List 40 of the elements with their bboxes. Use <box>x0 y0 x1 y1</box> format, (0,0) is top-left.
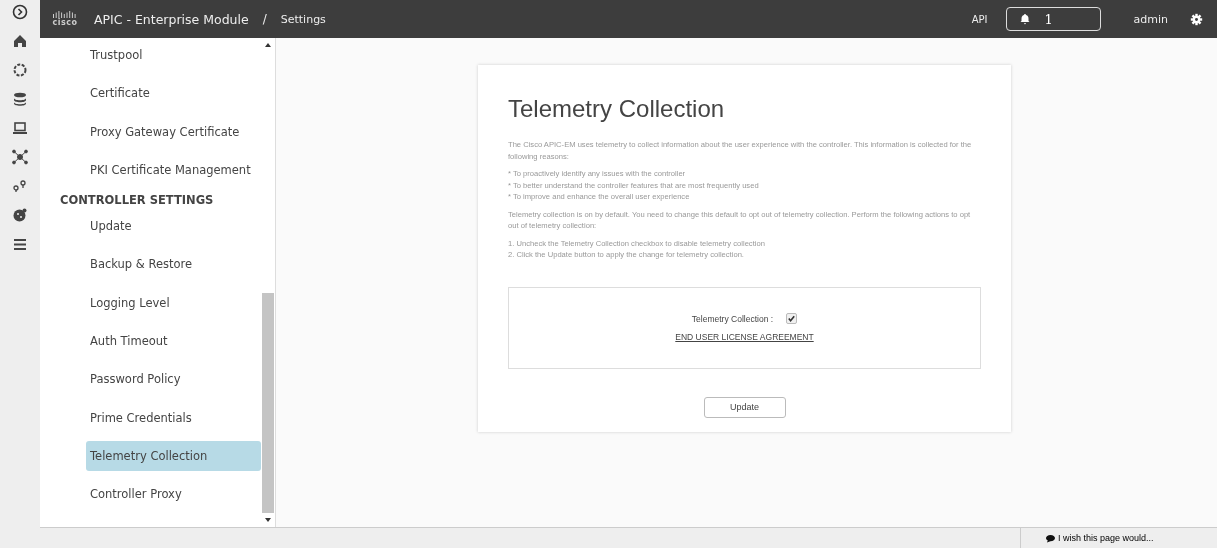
sidebar-item[interactable]: Proxy Gateway Certificate <box>86 116 261 147</box>
notifications-button[interactable]: 1 <box>1005 7 1101 31</box>
sidebar-item[interactable]: Prime Credentials <box>86 402 261 433</box>
telemetry-checkbox[interactable] <box>786 313 798 324</box>
ring-icon[interactable] <box>12 62 28 78</box>
sidebar-item[interactable]: Update <box>86 211 261 242</box>
map-pins-icon[interactable] <box>12 178 28 194</box>
section-heading: CONTROLLER SETTINGS <box>60 193 215 210</box>
sidebar-item[interactable]: Logging Level <box>86 287 261 318</box>
sidebar-item[interactable]: Backup & Restore <box>86 249 261 280</box>
sidebar-item[interactable]: Certificate <box>86 78 261 109</box>
card-title: Telemetry Collection <box>508 95 726 123</box>
sidebar-item[interactable]: Password Policy <box>86 364 261 395</box>
home-icon[interactable] <box>12 33 28 49</box>
database-icon[interactable] <box>12 91 28 107</box>
page-title: Settings <box>280 12 326 26</box>
breadcrumb-separator: / <box>262 12 267 26</box>
cookie-icon[interactable] <box>12 207 28 223</box>
update-button[interactable]: Update <box>703 396 786 418</box>
api-link[interactable]: API <box>971 13 988 25</box>
scrollbar-thumb[interactable] <box>262 293 274 513</box>
sliders-icon[interactable] <box>12 236 28 252</box>
license-link[interactable]: END USER LICENSE AGREEMENT <box>675 332 814 342</box>
bell-icon <box>1018 13 1031 25</box>
expand-icon[interactable] <box>12 4 28 20</box>
sidebar-item[interactable]: PKI Certificate Management <box>86 154 261 185</box>
app-title: APIC - Enterprise Module <box>94 11 249 27</box>
user-name[interactable]: admin <box>1133 12 1168 26</box>
sidebar-item[interactable]: Controller Proxy <box>86 479 261 510</box>
laptop-icon[interactable] <box>12 120 28 136</box>
sidebar-item[interactable]: Trustpool <box>86 40 261 70</box>
network-icon[interactable] <box>12 149 28 165</box>
logo: cisco <box>50 11 80 27</box>
checkbox-label: Telemetry Collection : <box>691 313 774 324</box>
sidebar-item[interactable]: Auth Timeout <box>86 326 261 357</box>
scroll-down-icon[interactable] <box>264 516 272 524</box>
settings-icon[interactable] <box>1190 12 1203 26</box>
speech-bubble-icon <box>1045 533 1056 543</box>
scroll-up-icon[interactable] <box>264 41 272 49</box>
sidebar-item[interactable]: Telemetry Collection <box>86 440 261 471</box>
